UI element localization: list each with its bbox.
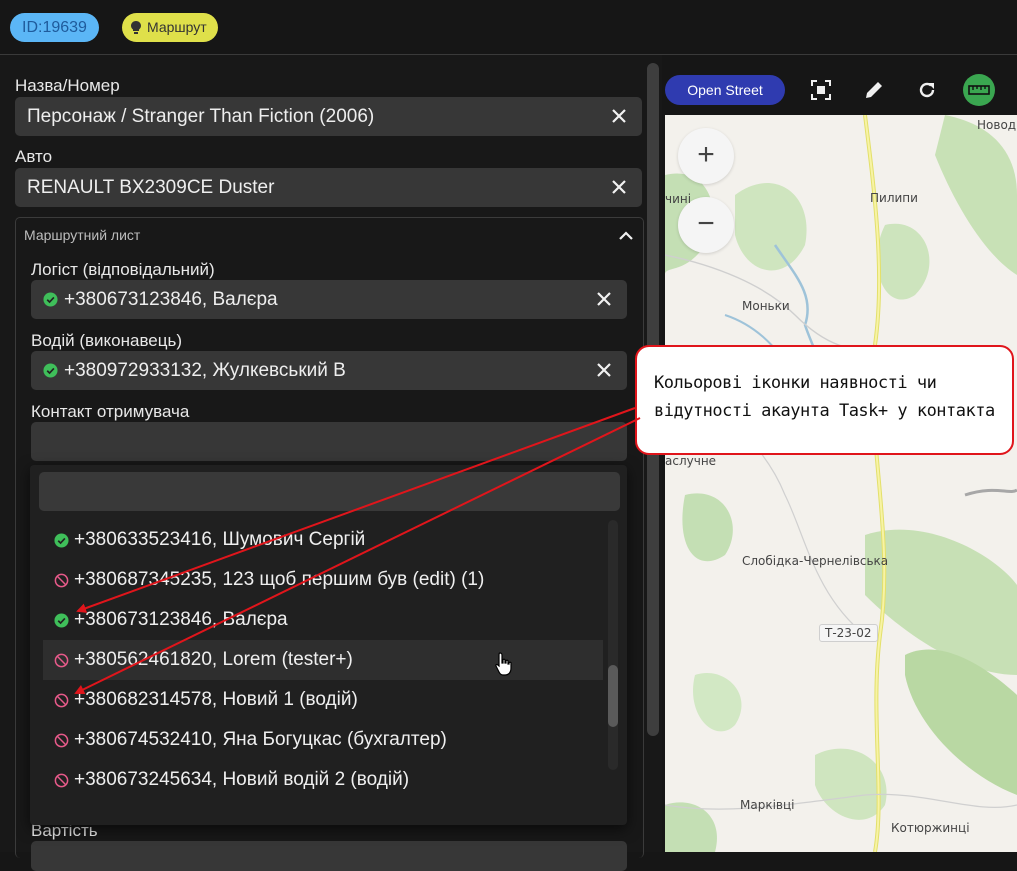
- contact-field[interactable]: [31, 422, 627, 461]
- logist-field[interactable]: +380673123846, Валєра: [31, 280, 627, 319]
- auto-field[interactable]: RENAULT BX2309CE Duster: [15, 168, 642, 207]
- map-layer-button[interactable]: Open Street: [665, 75, 785, 105]
- ruler-icon[interactable]: [963, 74, 995, 106]
- dropdown-item-label: +380562461820, Lorem (tester+): [74, 649, 353, 670]
- account-check-icon: [54, 532, 69, 548]
- contact-dropdown: +380633523416, Шумович Сергій +380687345…: [30, 465, 627, 825]
- chevron-up-icon[interactable]: [617, 227, 635, 245]
- map-view[interactable]: + − Новод чині Пилипи Моньки аслучне Сло…: [665, 115, 1017, 852]
- dropdown-item[interactable]: +380633523416, Шумович Сергій: [43, 520, 603, 560]
- dropdown-scrollbar[interactable]: [608, 520, 618, 770]
- map-place-label: Марківці: [740, 798, 795, 812]
- dropdown-list: +380633523416, Шумович Сергій +380687345…: [43, 520, 603, 825]
- dropdown-item-label: +380682314578, Новий 1 (водій): [74, 689, 358, 710]
- no-account-icon: [54, 573, 69, 587]
- logist-label: Логіст (відповідальний): [31, 260, 215, 279]
- fit-screen-icon[interactable]: [807, 76, 835, 104]
- contact-label: Контакт отримувача: [31, 402, 190, 421]
- id-badge: ID:19639: [10, 13, 99, 42]
- section-title: Маршрутний лист: [24, 227, 141, 243]
- clear-driver-icon[interactable]: [593, 359, 615, 381]
- annotation-text: Кольорові іконки наявності чи відутності…: [654, 369, 1004, 425]
- account-check-icon: [43, 363, 58, 378]
- clear-name-icon[interactable]: [608, 105, 630, 127]
- name-value: Персонаж / Stranger Than Fiction (2006): [27, 105, 375, 127]
- auto-value: RENAULT BX2309CE Duster: [27, 176, 275, 198]
- dropdown-item[interactable]: +380674532410, Яна Богуцкас (бухгалтер): [43, 720, 603, 760]
- dropdown-item[interactable]: +380673123846, Валєра: [43, 600, 603, 640]
- dropdown-item[interactable]: +380562461820, Lorem (tester+): [43, 640, 603, 680]
- map-place-label: Моньки: [742, 299, 790, 313]
- map-place-label: Пилипи: [870, 191, 918, 205]
- name-field[interactable]: Персонаж / Stranger Than Fiction (2006): [15, 97, 642, 136]
- dropdown-item-label: +380673123846, Валєра: [74, 609, 288, 630]
- clear-auto-icon[interactable]: [608, 176, 630, 198]
- driver-label: Водій (виконавець): [31, 331, 182, 350]
- map-place-label: Котюржинці: [891, 821, 970, 835]
- annotation-line-2: відутності акаунта Task+ у контакта: [654, 401, 995, 421]
- pencil-icon[interactable]: [860, 76, 888, 104]
- route-badge[interactable]: Маршрут: [122, 13, 218, 42]
- dropdown-item-label: +380633523416, Шумович Сергій: [74, 529, 366, 550]
- clear-logist-icon[interactable]: [593, 288, 615, 310]
- route-badge-label: Маршрут: [147, 19, 207, 35]
- cost-field[interactable]: [31, 841, 627, 871]
- driver-value: +380972933132, Жулкевський В: [64, 359, 346, 381]
- road-shield: Т-23-02: [819, 624, 878, 642]
- map-toolbar: Open Street: [662, 55, 1017, 115]
- driver-field[interactable]: +380972933132, Жулкевський В: [31, 351, 627, 390]
- dropdown-search-input[interactable]: [39, 472, 620, 511]
- name-label: Назва/Номер: [15, 76, 120, 95]
- zoom-in-button[interactable]: +: [678, 128, 734, 184]
- dropdown-scrollbar-thumb[interactable]: [608, 665, 618, 727]
- account-check-icon: [43, 292, 58, 307]
- logist-value: +380673123846, Валєра: [64, 288, 278, 310]
- map-place-label: Слобідка-Чернелівська: [742, 554, 889, 568]
- annotation-callout: Кольорові іконки наявності чи відутності…: [635, 345, 1014, 455]
- dropdown-item[interactable]: +380673245634, Новий водій 2 (водій): [43, 760, 603, 800]
- top-bar: ID:19639 Маршрут: [0, 0, 1017, 55]
- map-place-label: аслучне: [665, 454, 717, 468]
- bulb-icon: [131, 21, 141, 34]
- no-account-icon: [54, 733, 69, 747]
- dropdown-item-label: +380674532410, Яна Богуцкас (бухгалтер): [74, 729, 447, 750]
- dropdown-item-label: +380673245634, Новий водій 2 (водій): [74, 769, 410, 790]
- auto-label: Авто: [15, 147, 53, 166]
- dropdown-item[interactable]: +380682314578, Новий 1 (водій): [43, 680, 603, 720]
- no-account-icon: [54, 693, 69, 707]
- hand-cursor-icon: [495, 652, 512, 676]
- refresh-icon[interactable]: [913, 76, 941, 104]
- account-check-icon: [54, 612, 69, 628]
- no-account-icon: [54, 653, 69, 667]
- no-account-icon: [54, 773, 69, 787]
- annotation-line-1: Кольорові іконки наявності чи: [654, 373, 937, 393]
- dropdown-item-label: +380687345235, 123 щоб першим був (edit)…: [74, 569, 485, 590]
- map-place-label: Новод: [977, 118, 1017, 132]
- dropdown-item[interactable]: +380687345235, 123 щоб першим був (edit)…: [43, 560, 603, 600]
- map-place-label: чині: [665, 192, 692, 206]
